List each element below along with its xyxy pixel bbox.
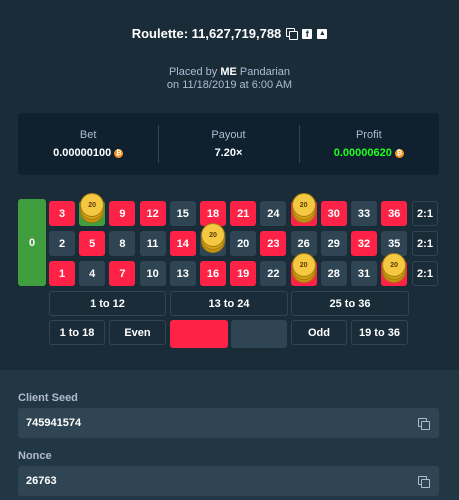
number-cell-11[interactable]: 11 — [139, 231, 166, 256]
number-cell-32[interactable]: 32 — [351, 231, 377, 256]
red-bet-button[interactable] — [170, 320, 228, 348]
number-cell-4[interactable]: 4 — [79, 261, 106, 286]
copy-icon[interactable] — [418, 475, 430, 488]
nonce-value: 26763 — [26, 475, 57, 487]
number-cell-5[interactable]: 5 — [79, 231, 106, 256]
number-cell-28[interactable]: 28 — [320, 261, 347, 286]
number-cell-20[interactable]: 20 — [230, 231, 257, 256]
high-bet-button[interactable]: 19 to 36 — [351, 320, 408, 345]
number-cell-2[interactable]: 2 — [49, 231, 75, 256]
column-bet-button[interactable]: 2:1 — [412, 231, 438, 256]
number-cell-zero[interactable]: 0 — [18, 199, 46, 286]
number-cell-3[interactable]: 3 — [49, 201, 75, 226]
odd-bet-button[interactable]: Odd — [291, 320, 347, 345]
number-cell-7[interactable]: 7 — [109, 261, 136, 286]
dozen-bet-button[interactable]: 1 to 12 — [49, 291, 166, 316]
number-cell-12[interactable]: 12 — [139, 201, 166, 226]
low-bet-button[interactable]: 1 to 18 — [49, 320, 105, 345]
seeds-panel: Client Seed 745941574 Nonce 26763 — [0, 370, 459, 500]
number-cell-16[interactable]: 16 — [200, 261, 226, 286]
client-seed-label: Client Seed — [18, 392, 78, 404]
number-cell-18[interactable]: 18 — [200, 201, 226, 226]
even-bet-button[interactable]: Even — [109, 320, 166, 345]
black-bet-button[interactable] — [231, 320, 287, 348]
nonce-field[interactable]: 26763 — [18, 466, 439, 496]
number-cell-23[interactable]: 23 — [260, 231, 287, 256]
number-cell-25[interactable]: 25 — [290, 261, 317, 286]
number-cell-17[interactable]: 17 — [200, 231, 226, 256]
number-cell-13[interactable]: 13 — [169, 261, 196, 286]
roulette-board: 0 3 6 9 12 15 18 21 24 27 30 33 36 2:1 2 5 8 11 14 17 20 23 2… — [0, 0, 459, 370]
client-seed-value: 745941574 — [26, 417, 82, 429]
number-cell-27[interactable]: 27 — [290, 201, 317, 226]
number-cell-26[interactable]: 26 — [290, 231, 317, 256]
client-seed-field[interactable]: 745941574 — [18, 408, 439, 438]
number-cell-34[interactable]: 34 — [381, 261, 408, 286]
number-cell-29[interactable]: 29 — [320, 231, 347, 256]
number-cell-33[interactable]: 33 — [351, 201, 377, 226]
column-bet-button[interactable]: 2:1 — [412, 261, 438, 286]
number-cell-9[interactable]: 9 — [109, 201, 136, 226]
number-cell-36[interactable]: 36 — [381, 201, 408, 226]
dozen-bet-button[interactable]: 25 to 36 — [291, 291, 409, 316]
number-cell-15[interactable]: 15 — [169, 201, 196, 226]
number-cell-14[interactable]: 14 — [169, 231, 196, 256]
number-cell-31[interactable]: 31 — [351, 261, 377, 286]
number-cell-8[interactable]: 8 — [109, 231, 136, 256]
nonce-label: Nonce — [18, 450, 52, 462]
number-cell-6[interactable]: 6 — [79, 201, 106, 226]
number-cell-22[interactable]: 22 — [260, 261, 287, 286]
dozen-bet-button[interactable]: 13 to 24 — [170, 291, 288, 316]
number-cell-35[interactable]: 35 — [381, 231, 408, 256]
column-bet-button[interactable]: 2:1 — [412, 201, 438, 226]
copy-icon[interactable] — [418, 417, 430, 430]
number-cell-1[interactable]: 1 — [49, 261, 75, 286]
number-cell-10[interactable]: 10 — [139, 261, 166, 286]
number-cell-30[interactable]: 30 — [320, 201, 347, 226]
number-cell-21[interactable]: 21 — [230, 201, 257, 226]
number-cell-24[interactable]: 24 — [260, 201, 287, 226]
number-cell-19[interactable]: 19 — [230, 261, 257, 286]
